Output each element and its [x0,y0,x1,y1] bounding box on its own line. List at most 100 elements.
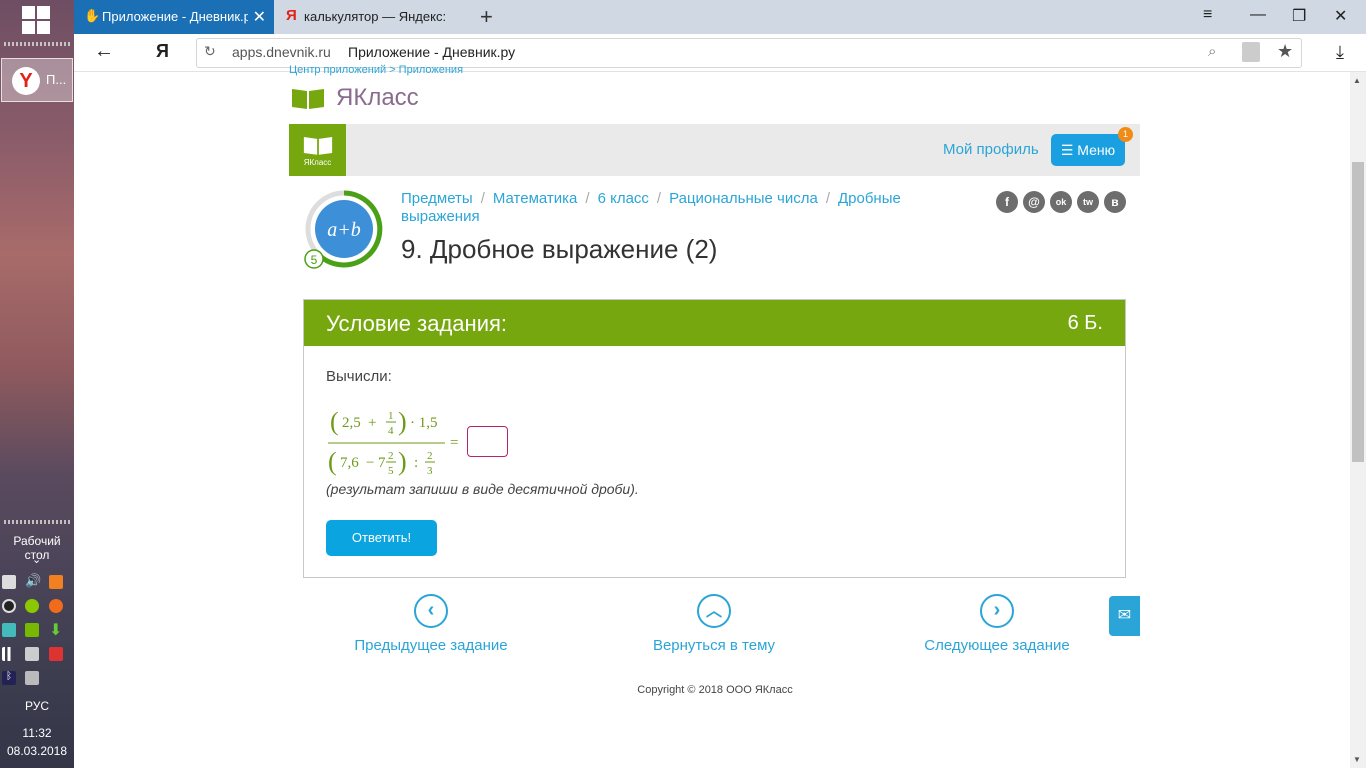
language-indicator[interactable]: РУС [0,699,74,713]
signal-icon[interactable] [2,647,16,661]
svg-text:): ) [398,407,407,436]
task-header: Условие задания: 6 Б. [304,300,1125,346]
prev-task-link[interactable]: Предыдущее задание [331,637,531,654]
crumb-grade[interactable]: 6 класс [598,190,649,207]
twitter-icon[interactable]: tw [1077,191,1099,213]
next-arrow-icon[interactable]: › [980,594,1014,628]
svg-text:): ) [398,447,407,476]
crumb-math[interactable]: Математика [493,190,578,207]
answer-input[interactable] [467,426,508,457]
yandex-home-button[interactable]: Я [156,41,169,62]
top-breadcrumb[interactable]: Центр приложений > Приложения [289,64,463,76]
reload-icon[interactable]: ↻ [204,43,216,60]
brand-name[interactable]: ЯКласс [336,84,419,112]
battery-icon[interactable] [25,647,39,661]
next-task-link[interactable]: Следующее задание [897,637,1097,654]
menu-label: Меню [1077,142,1116,158]
task-prompt: Вычисли: [326,368,392,385]
book-icon [303,137,332,155]
facebook-icon[interactable]: f [996,191,1018,213]
mail-ru-icon[interactable]: @ [1023,191,1045,213]
clock-date[interactable]: 08.03.2018 [0,744,74,758]
flower-app-icon[interactable] [49,599,63,613]
page-margin-left [74,72,289,768]
feedback-mail-icon[interactable]: ✉ [1109,596,1140,636]
svg-text:2: 2 [427,450,433,462]
url-host[interactable]: apps.dnevnik.ru [232,44,331,60]
monitor-icon[interactable] [25,671,39,685]
drive-icon[interactable] [2,575,16,589]
task-header-label: Условие задания: [326,311,508,336]
back-arrow-icon[interactable]: ← [94,40,114,63]
close-window-icon[interactable]: ✕ [1334,6,1347,26]
tab-close-icon[interactable]: ✕ [253,7,266,27]
header-logo-caption: ЯКласс [303,158,332,167]
avast-icon[interactable] [49,575,63,589]
minimize-icon[interactable]: — [1250,6,1266,24]
page-margin-right [1140,72,1350,768]
tab-label: Приложение - Дневник.р [102,9,248,24]
svg-text:+: + [368,415,376,431]
crumb-rational[interactable]: Рациональные числа [669,190,818,207]
copyright: Copyright © 2018 ООО ЯКласс [637,684,793,696]
taskbar-grip-lower [4,520,70,524]
url-title[interactable]: Приложение - Дневник.ру [348,44,515,60]
windows-start-icon[interactable] [22,6,50,34]
svg-text:5: 5 [388,465,394,477]
new-tab-icon[interactable]: + [480,4,493,30]
up-arrow-icon[interactable]: ︿ [697,594,731,628]
my-profile-link[interactable]: Мой профиль [943,141,1039,158]
search-icon[interactable]: ⌕ [1208,43,1216,60]
book-logo-icon[interactable] [291,86,325,110]
download-icon[interactable]: ⤓ [1336,42,1344,63]
svg-text::: : [414,455,418,471]
odnoklassniki-icon[interactable]: ok [1050,191,1072,213]
protect-icon[interactable] [1242,42,1260,62]
scrollbar-thumb[interactable] [1352,162,1364,462]
taskbar-yandex-app[interactable]: Y П... [1,58,73,102]
tab-calculator[interactable]: Я калькулятор — Яндекс: на [276,0,474,34]
answer-format-note: (результат запиши в виде десятичной дроб… [326,481,639,497]
svg-text:4: 4 [388,425,394,437]
topic-progress-ring: a+b 5 [304,190,383,269]
volume-icon[interactable]: 🔊 [25,573,41,589]
notification-badge: 1 [1118,127,1133,142]
breadcrumb: Предметы / Математика/6 класс / Рациональные… [401,190,901,225]
header-logo[interactable]: ЯКласс [289,124,346,176]
plus-app-icon[interactable] [25,599,39,613]
page-title: 9. Дробное выражение (2) [401,234,718,264]
level-number: 5 [311,253,318,267]
hamburger-icon: ☰ [1060,142,1074,158]
nvidia-icon[interactable] [25,623,39,637]
tab-favicon-icon: ✋ [84,8,101,23]
svg-text:· 1,5: · 1,5 [410,415,438,431]
back-to-topic-link[interactable]: Вернуться в тему [614,637,814,654]
svg-text:(: ( [330,407,339,436]
scroll-up-icon[interactable]: ▲ [1353,76,1361,85]
svg-text:7: 7 [378,455,386,471]
camera-icon[interactable] [2,599,16,613]
restore-icon[interactable]: ❐ [1292,6,1306,26]
yandex-favicon-icon: Я [286,7,297,24]
svg-text:2,5: 2,5 [342,415,361,431]
browser-menu-icon[interactable]: ≡ [1203,6,1212,24]
vk-icon[interactable]: в [1104,191,1126,213]
submit-answer-button[interactable]: Ответить! [326,520,437,556]
clock-time[interactable]: 11:32 [0,726,74,740]
download-arrow-icon[interactable]: ⬇ [49,620,62,640]
bookmark-star-icon[interactable]: ★ [1277,41,1293,62]
scroll-down-icon[interactable]: ▼ [1353,755,1361,764]
svg-text:=: = [450,435,458,451]
svg-text:7,6: 7,6 [340,455,359,471]
notification-off-icon[interactable] [49,647,63,661]
chevron-down-icon[interactable]: ⌄ [32,553,41,566]
bluetooth-icon[interactable]: ᛒ [2,671,16,685]
tab-dnevnik[interactable]: ✋ Приложение - Дневник.р ✕ [74,0,274,34]
svg-text:(: ( [328,447,337,476]
prev-arrow-icon[interactable]: ‹ [414,594,448,628]
svg-text:−: − [366,455,374,471]
crumb-subjects[interactable]: Предметы [401,190,473,207]
bike-icon[interactable] [2,623,16,637]
menu-button[interactable]: ☰ Меню [1051,134,1125,166]
svg-text:2: 2 [388,450,394,462]
